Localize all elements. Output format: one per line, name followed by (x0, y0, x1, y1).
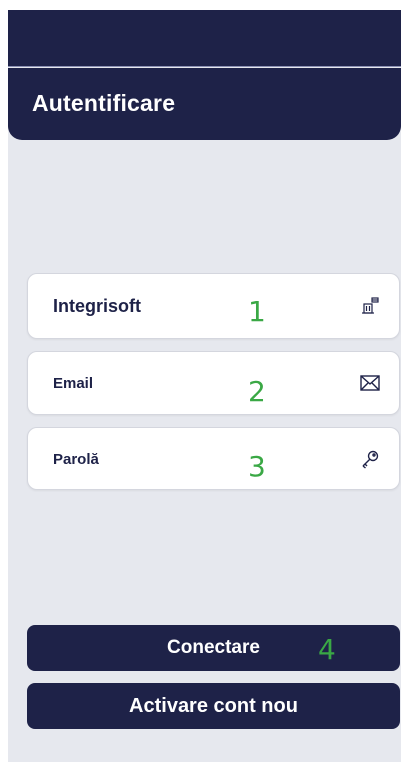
annotation-marker-3: 3 (248, 450, 266, 483)
key-icon (359, 448, 381, 470)
company-field[interactable]: Integrisoft (27, 273, 400, 339)
activate-account-button[interactable]: Activare cont nou (27, 683, 400, 729)
password-field-label: Parolă (53, 451, 99, 468)
page-title: Autentificare (32, 90, 176, 116)
login-screen: Autentificare Integrisoft Email Parolă 1… (8, 10, 401, 762)
annotation-marker-4: 4 (318, 633, 336, 666)
annotation-marker-1: 1 (248, 295, 266, 328)
status-bar (8, 10, 401, 67)
email-field[interactable]: Email (27, 351, 400, 415)
login-button[interactable]: Conectare (27, 625, 400, 671)
company-icon (359, 295, 381, 317)
envelope-icon (359, 372, 381, 394)
email-field-label: Email (53, 375, 94, 392)
annotation-marker-2: 2 (248, 375, 266, 408)
app-header: Autentificare (8, 68, 401, 140)
password-field[interactable]: Parolă (27, 427, 400, 490)
company-field-label: Integrisoft (53, 296, 141, 316)
